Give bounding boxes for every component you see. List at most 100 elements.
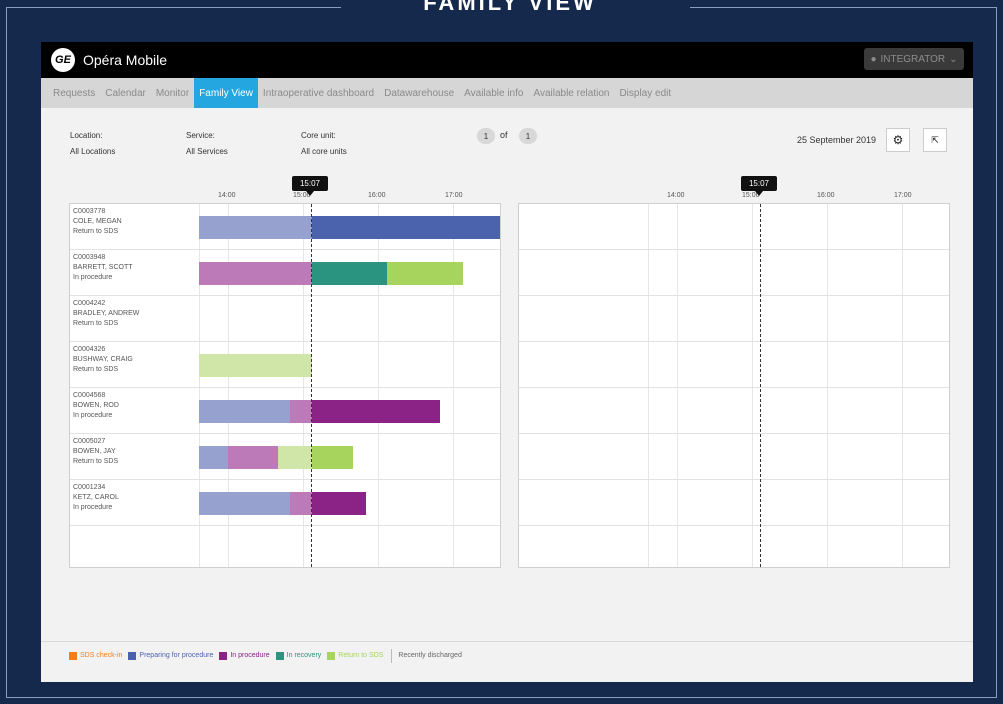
timeline-segment [228, 446, 278, 469]
timeline-segment [312, 446, 353, 469]
table-row[interactable]: C0004242 BRADLEY, ANDREW Return to SDS [70, 296, 500, 342]
legend-label: Recently discharged [398, 652, 462, 659]
patient-info: C0003948 BARRETT, SCOTT In procedure [73, 253, 133, 283]
status-legend: SDS check-in Preparing for procedure In … [41, 641, 973, 669]
tab-family-view[interactable]: Family View [194, 78, 258, 108]
timeline-segment [290, 400, 312, 423]
timeline-segment [278, 446, 312, 469]
legend-label: Preparing for procedure [139, 652, 214, 659]
patient-status: Return to SDS [73, 320, 119, 327]
tab-available-relation[interactable]: Available relation [528, 78, 614, 108]
gantt-right [518, 203, 950, 568]
legend-label: Return to SDS [338, 652, 384, 659]
tab-display-edit[interactable]: Display edit [614, 78, 676, 108]
patient-status: Return to SDS [73, 458, 119, 465]
page-current[interactable]: 1 [477, 128, 495, 144]
tab-intraoperative-dashboard[interactable]: Intraoperative dashboard [258, 78, 379, 108]
legend-swatch [128, 651, 137, 660]
table-row [70, 526, 500, 567]
table-row [519, 434, 949, 480]
legend-return-to-sds: Return to SDS [327, 651, 384, 660]
timeline-segment [312, 262, 387, 285]
timeline-segment [290, 492, 312, 515]
patient-info: C0004568 BOWEN, ROD In procedure [73, 391, 119, 421]
app-window: GE Opéra Mobile ● INTEGRATOR ⌄ Requests … [41, 42, 973, 682]
patient-name: BARRETT, SCOTT [73, 264, 133, 271]
legend-sds-check-in: SDS check-in [69, 651, 122, 660]
patient-status: Return to SDS [73, 366, 119, 373]
legend-recently-discharged: Recently discharged [398, 652, 461, 659]
timeline-segment [199, 400, 290, 423]
axis-tick-left-1700: 17:00 [445, 192, 463, 199]
table-row[interactable]: C0005027 BOWEN, JAY Return to SDS [70, 434, 500, 480]
patient-info: C0003778 COLE, MEGAN Return to SDS [73, 207, 122, 237]
table-row[interactable]: C0001234 KETZ, CAROL In procedure [70, 480, 500, 526]
timeline-segment [387, 262, 463, 285]
frame-right [996, 7, 997, 697]
tab-available-info[interactable]: Available info [459, 78, 528, 108]
table-row[interactable]: C0004326 BUSHWAY, CRAIG Return to SDS [70, 342, 500, 388]
frame-top-left [6, 7, 341, 8]
chevron-down-icon: ⌄ [949, 53, 958, 65]
patient-status: In procedure [73, 412, 113, 419]
legend-swatch [275, 651, 284, 660]
legend-in-procedure: In procedure [219, 651, 270, 660]
frame-left [6, 7, 7, 697]
legend-divider [391, 648, 393, 663]
frame-top-right [690, 7, 997, 8]
legend-preparing: Preparing for procedure [128, 651, 214, 660]
current-time-line [760, 204, 761, 567]
table-row [519, 526, 949, 567]
legend-swatch [219, 651, 228, 660]
table-row[interactable]: C0003778 COLE, MEGAN Return to SDS [70, 204, 500, 250]
patient-status: In procedure [73, 274, 113, 281]
legend-swatch [69, 651, 77, 660]
current-time-line [311, 204, 312, 567]
user-menu-button[interactable]: ● INTEGRATOR ⌄ [864, 48, 964, 70]
timeline-segment [199, 446, 228, 469]
table-row [519, 480, 949, 526]
patient-info: C0004242 BRADLEY, ANDREW Return to SDS [73, 299, 139, 329]
frame-bottom [6, 697, 997, 698]
patient-name: BOWEN, ROD [73, 402, 119, 409]
patient-info: C0004326 BUSHWAY, CRAIG Return to SDS [73, 345, 133, 375]
now-arrow-left [306, 191, 314, 196]
table-row [519, 296, 949, 342]
page-total[interactable]: 1 [519, 128, 537, 144]
tab-calendar[interactable]: Calendar [100, 78, 151, 108]
timeline-segment [312, 216, 500, 239]
axis-tick-right-1600: 16:00 [817, 192, 835, 199]
tab-datawarehouse[interactable]: Datawarehouse [379, 78, 459, 108]
current-date: 25 September 2019 [797, 135, 877, 145]
tab-monitor[interactable]: Monitor [151, 78, 194, 108]
patient-id: C0003948 [73, 254, 106, 261]
patient-status: Return to SDS [73, 228, 119, 235]
legend-label: In recovery [286, 652, 322, 659]
patient-status: In procedure [73, 504, 113, 511]
timeline-segment [199, 492, 290, 515]
location-filter[interactable]: All Locations [70, 147, 115, 156]
now-marker-right: 15:07 [741, 176, 777, 191]
gantt-left: C0003778 COLE, MEGAN Return to SDS C0003… [69, 203, 501, 568]
patient-id: C0003778 [73, 208, 106, 215]
timeline-segment [199, 216, 312, 239]
settings-button[interactable]: ⚙ [886, 128, 910, 152]
core-unit-filter[interactable]: All core units [301, 147, 347, 156]
table-row [519, 342, 949, 388]
axis-tick-right-1400: 14:00 [667, 192, 685, 199]
now-arrow-right [755, 191, 763, 196]
table-row[interactable]: C0003948 BARRETT, SCOTT In procedure [70, 250, 500, 296]
table-row[interactable]: C0004568 BOWEN, ROD In procedure [70, 388, 500, 434]
user-label: INTEGRATOR [880, 53, 946, 65]
patient-info: C0005027 BOWEN, JAY Return to SDS [73, 437, 118, 467]
table-row [519, 250, 949, 296]
tab-requests[interactable]: Requests [48, 78, 100, 108]
service-filter[interactable]: All Services [186, 147, 228, 156]
timeline-segment [199, 354, 312, 377]
patient-name: BOWEN, JAY [73, 448, 116, 455]
legend-swatch [327, 651, 336, 660]
fullscreen-button[interactable]: ⇱ [923, 128, 947, 152]
expand-icon: ⇱ [931, 134, 939, 145]
legend-in-recovery: In recovery [275, 651, 322, 660]
main-nav: Requests Calendar Monitor Family View In… [41, 78, 973, 108]
